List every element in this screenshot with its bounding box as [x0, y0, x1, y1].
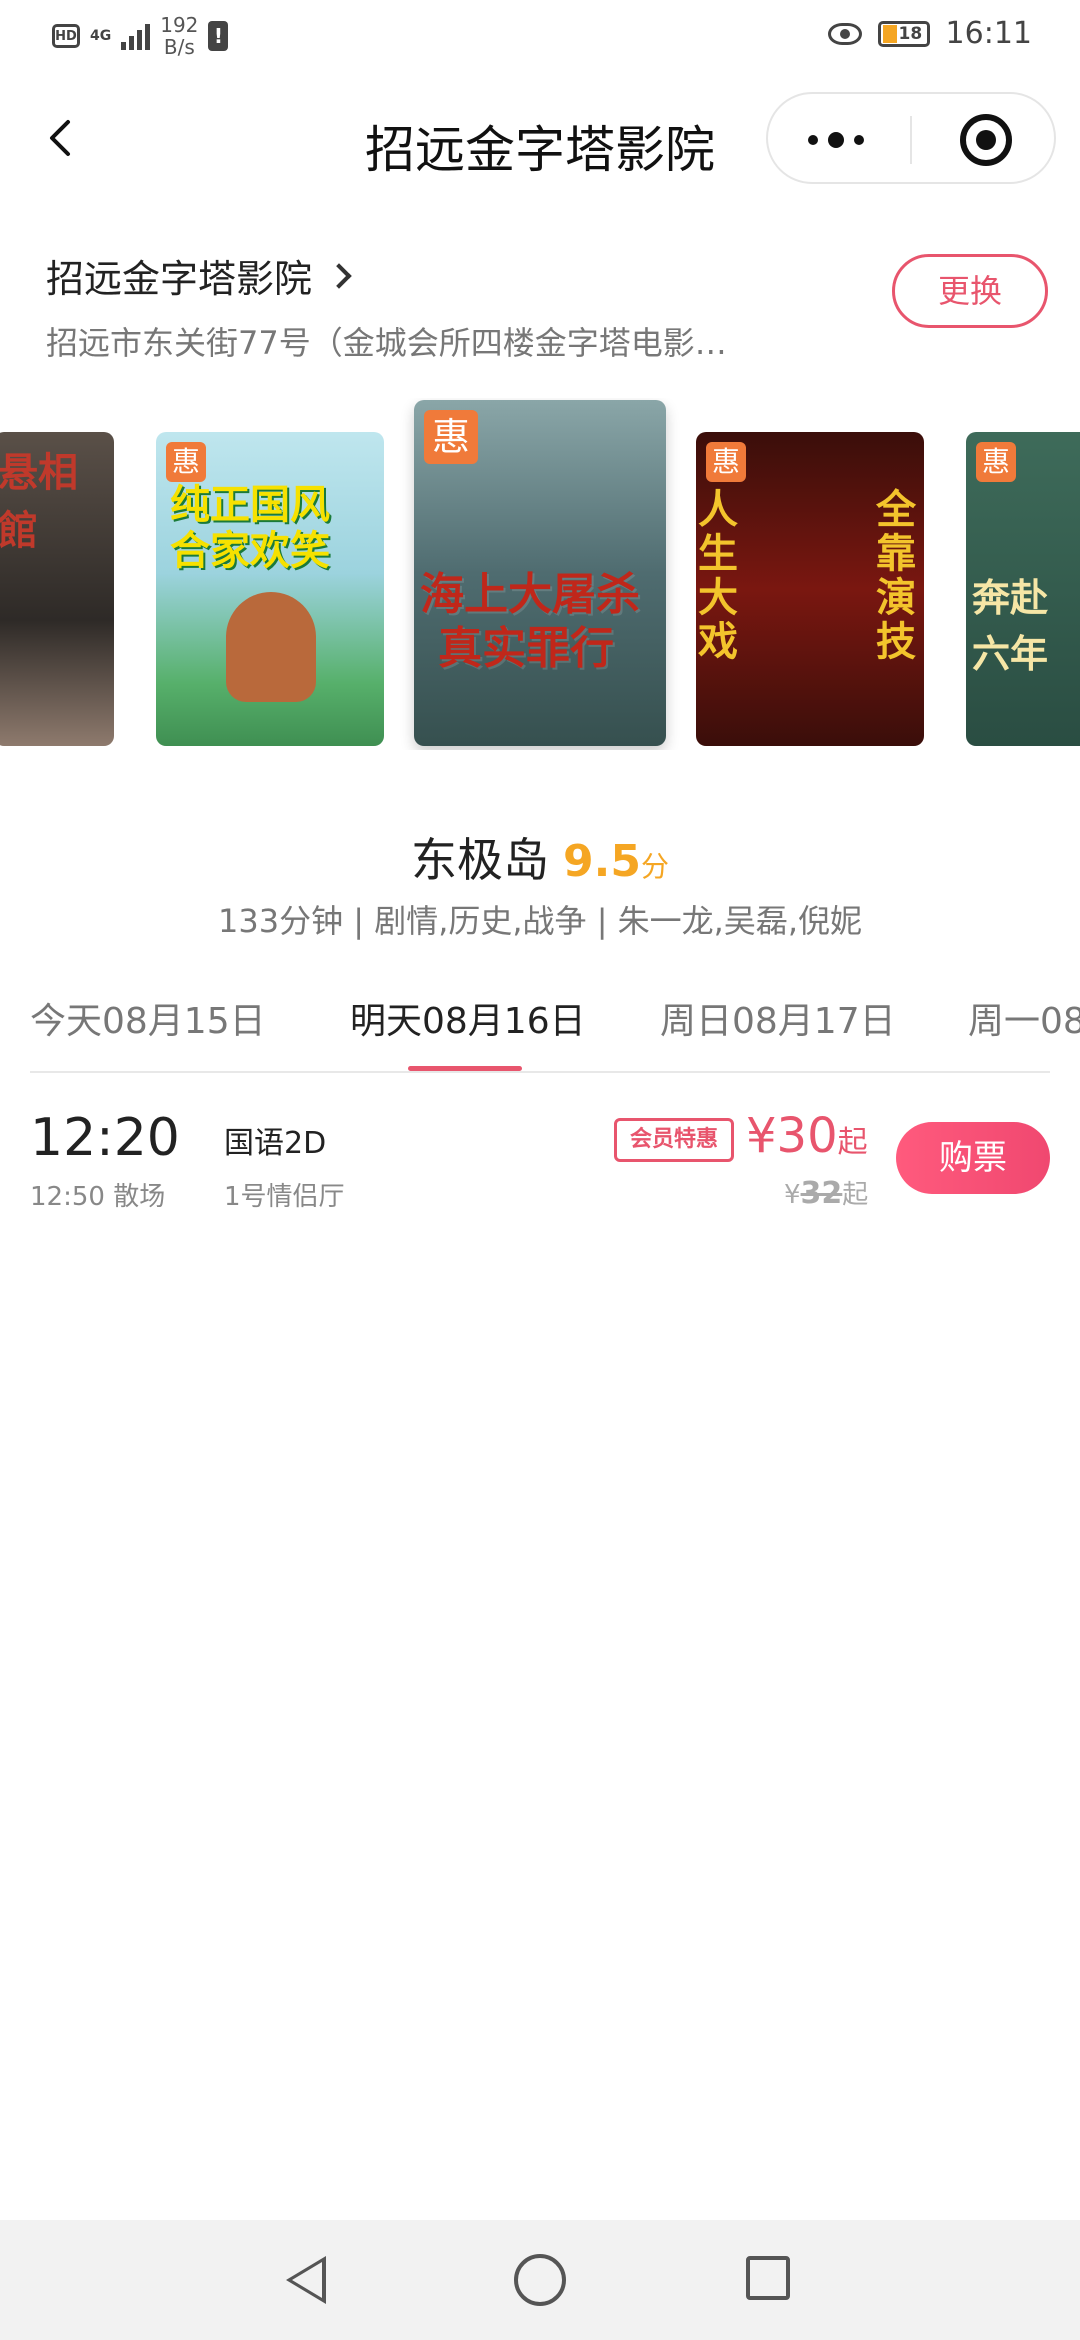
discount-badge: 惠 [706, 442, 746, 482]
movie-poster[interactable]: 悬相館 [0, 432, 114, 746]
discount-badge: 惠 [424, 410, 478, 464]
movie-poster[interactable]: 惠 纯正国风 合家欢笑 [156, 432, 384, 746]
eye-icon [827, 22, 862, 45]
system-back-icon[interactable] [286, 2256, 326, 2304]
buy-ticket-button[interactable]: 购票 [896, 1122, 1050, 1194]
movie-meta: 133分钟 | 剧情,历史,战争 | 朱一龙,吴磊,倪妮 [217, 902, 863, 940]
capsule-divider [910, 116, 912, 164]
show-end-time: 12:50 散场 [30, 1182, 166, 1212]
clock: 16:11 [945, 16, 1032, 51]
network-type: 4G [90, 28, 112, 44]
cinema-name: 招远金字塔影院 [46, 257, 313, 301]
status-bar: HD 4G 192 B/s ! 18 16:11 [0, 0, 1080, 72]
tab-date-today[interactable]: 今天08月15日 [30, 992, 266, 1044]
showtime-row[interactable]: 12:20 12:50 散场 国语2D 1号情侣厅 会员特惠 ¥30起 ¥32起… [0, 1100, 1080, 1230]
date-tabs: 今天08月15日 明天08月16日 周日08月17日 周一08月18日 [0, 984, 1080, 1072]
hd-icon: HD [52, 24, 80, 48]
original-price: ¥32起 [784, 1176, 869, 1211]
top-nav: 招远金字塔影院 [0, 88, 1080, 188]
movie-poster[interactable]: 惠 奔赴 六年 [966, 432, 1080, 746]
system-recents-icon[interactable] [746, 2256, 790, 2300]
poster-character [226, 592, 316, 702]
cinema-address: 招远市东关街77号（金城会所四楼金字塔电影… [46, 324, 727, 362]
battery-level: 18 [898, 23, 923, 44]
system-home-icon[interactable] [514, 2254, 566, 2306]
miniprogram-capsule [766, 92, 1056, 184]
change-cinema-button[interactable]: 更换 [892, 254, 1048, 328]
chevron-right-icon [326, 262, 352, 289]
show-hall: 1号情侣厅 [224, 1182, 345, 1212]
discount-badge: 惠 [166, 442, 206, 482]
system-nav-bar [0, 2220, 1080, 2340]
tab-date-monday[interactable]: 周一08月18日 [968, 992, 1080, 1044]
movie-poster-carousel[interactable]: 悬相館 惠 纯正国风 合家欢笑 惠 海上大屠杀 真实罪行 惠 人生大戏 全靠演技… [0, 398, 1080, 750]
show-language: 国语2D [224, 1126, 327, 1161]
tab-date-sunday[interactable]: 周日08月17日 [660, 992, 896, 1044]
show-start-time: 12:20 [30, 1108, 180, 1168]
battery-icon: 18 [877, 20, 930, 47]
show-price: ¥30起 [746, 1108, 868, 1164]
alert-icon: ! [208, 21, 229, 51]
movie-title: 东极岛 [411, 833, 550, 887]
signal-icon [121, 22, 151, 50]
member-discount-badge: 会员特惠 [614, 1118, 734, 1162]
close-miniprogram-icon[interactable] [960, 114, 1012, 166]
movie-score: 9.5 [563, 836, 641, 887]
network-speed: 192 B/s [160, 13, 199, 59]
more-icon[interactable] [808, 132, 864, 148]
tab-date-tomorrow[interactable]: 明天08月16日 [350, 992, 586, 1044]
divider [30, 1071, 1050, 1073]
score-unit: 分 [640, 850, 669, 883]
movie-title-row: 东极岛 9.5分 [0, 824, 1080, 890]
discount-badge: 惠 [976, 442, 1016, 482]
cinema-name-link[interactable]: 招远金字塔影院 [46, 248, 352, 303]
movie-poster-selected[interactable]: 惠 海上大屠杀 真实罪行 [414, 400, 666, 746]
movie-poster[interactable]: 惠 人生大戏 全靠演技 [696, 432, 924, 746]
